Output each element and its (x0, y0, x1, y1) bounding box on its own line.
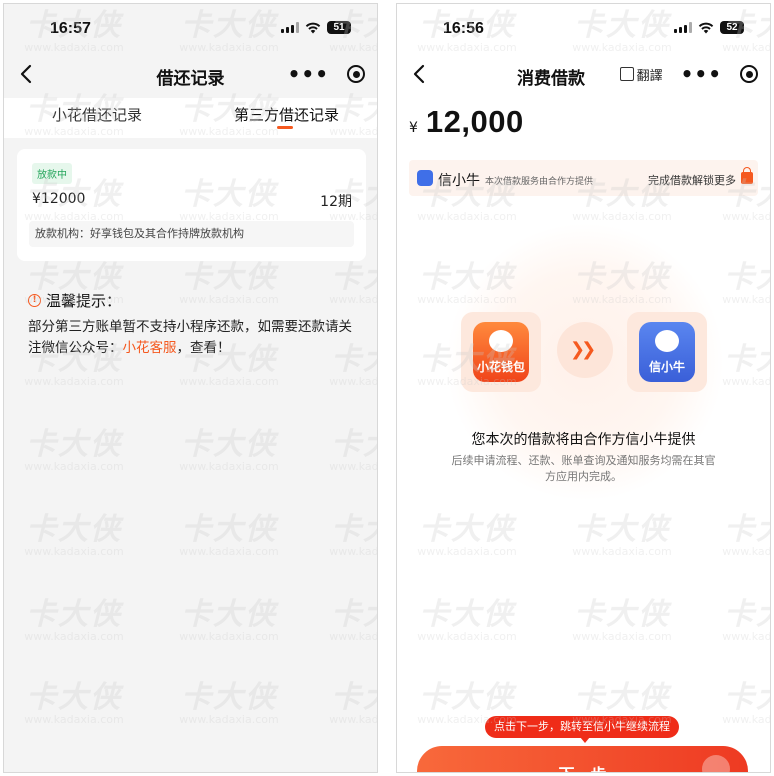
record-tabs: 小花借还记录 第三方借还记录 (4, 98, 377, 138)
wifi-icon (305, 22, 321, 33)
xinxiaoniu-app-tile: 信小牛 (627, 312, 707, 392)
next-step-tooltip: 点击下一步，跳转至信小牛继续流程 (485, 716, 679, 743)
xinxiaoniu-logo-icon (417, 170, 433, 186)
loan-amount-display: ¥ 12,000 (409, 104, 524, 140)
tips-section: ! 温馨提示： 部分第三方账单暂不支持小程序还款，如需要还款请关注微信公众号：小… (28, 290, 358, 359)
lending-agency: 放款机构：好享钱包及其合作持牌放款机构 (29, 221, 354, 247)
more-options-icon[interactable]: ••• (681, 64, 722, 84)
tips-suffix: ，查看！ (176, 340, 231, 356)
provider-name: 信小牛 (438, 173, 480, 189)
tips-body: 部分第三方账单暂不支持小程序还款，如需要还款请关注微信公众号：小花客服，查看！ (28, 317, 358, 359)
close-miniprogram-icon[interactable] (740, 65, 758, 83)
back-arrow-icon[interactable] (409, 62, 431, 86)
unlock-more-text[interactable]: 完成借款解锁更多 (648, 172, 736, 188)
tab-xiaohua-records[interactable]: 小花借还记录 (52, 104, 142, 125)
next-step-button[interactable]: 下一步 (417, 746, 748, 772)
tab-third-party-records[interactable]: 第三方借还记录 (234, 104, 339, 125)
status-time: 16:57 (50, 20, 91, 37)
signal-icon (674, 22, 692, 33)
translate-label: 翻譯 (636, 68, 663, 84)
warning-icon: ! (28, 294, 41, 307)
translate-button[interactable]: 翻譯 (619, 65, 663, 84)
tips-title: 温馨提示： (46, 292, 122, 310)
app-label-xiaohua: 小花钱包 (476, 360, 525, 374)
battery-icon: 51 (327, 21, 351, 34)
next-step-label: 下一步 (417, 761, 748, 772)
translate-icon (619, 67, 634, 81)
provider-banner: 信小牛 本次借款服务由合作方提供 完成借款解锁更多 (409, 160, 758, 196)
status-bar: 16:56 52 (397, 4, 770, 48)
provider-note: 本次借款服务由合作方提供 (485, 177, 594, 187)
status-time: 16:56 (443, 20, 484, 37)
more-options-icon[interactable]: ••• (288, 64, 329, 84)
page-title: 消费借款 (517, 69, 585, 89)
signal-icon (281, 22, 299, 33)
transfer-arrow-icon: ❯❯ (557, 322, 613, 378)
miniprogram-capsule: ••• (288, 59, 365, 89)
nav-bar: 借还记录 ••• (4, 52, 377, 96)
app-label-xinxiaoniu: 信小牛 (648, 360, 685, 374)
provider-notice-subtitle: 后续申请流程、还款、账单查询及通知服务均需在其官方应用内完成。 (451, 454, 716, 483)
currency-symbol: ¥ (409, 120, 418, 136)
xiaohua-wallet-app-tile: 小花钱包 (461, 312, 541, 392)
active-tab-indicator (277, 126, 293, 129)
status-badge: 放款中 (32, 163, 72, 184)
loan-amount: ¥12000 (32, 191, 86, 207)
cow-mascot-icon (655, 330, 679, 352)
phone-screen-loan-records: 16:57 51 借还记录 ••• 小花借还记录 第三方借还记录 放款中 ¥12… (3, 3, 378, 773)
battery-icon: 52 (720, 21, 744, 34)
phone-screen-consumer-loan: 16:56 52 消费借款 翻譯 ••• ¥ 12,000 信小牛 本次借款服务… (396, 3, 771, 773)
lock-icon (741, 167, 753, 184)
close-miniprogram-icon[interactable] (347, 65, 365, 83)
miniprogram-capsule: 翻譯 ••• (619, 59, 758, 89)
status-bar: 16:57 51 (4, 4, 377, 48)
piggy-mascot-icon (489, 330, 513, 352)
tap-hand-icon (702, 755, 730, 772)
provider-notice-title: 您本次的借款将由合作方信小牛提供 (471, 432, 696, 448)
loan-record-card[interactable]: 放款中 ¥12000 12期 放款机构：好享钱包及其合作持牌放款机构 (17, 149, 366, 261)
wifi-icon (698, 22, 714, 33)
loan-period: 12期 (320, 194, 352, 210)
nav-bar: 消费借款 翻譯 ••• (397, 52, 770, 96)
loan-amount: 12,000 (425, 104, 524, 139)
customer-service-link[interactable]: 小花客服 (123, 340, 177, 356)
